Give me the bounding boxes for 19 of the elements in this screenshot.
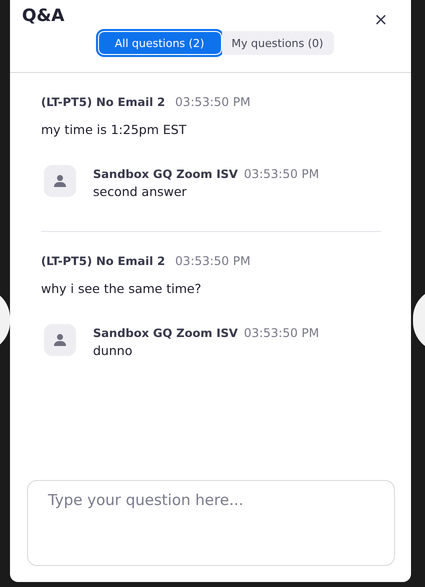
person-icon — [53, 333, 67, 347]
question-text: why i see the same time? — [41, 281, 202, 296]
question-text: my time is 1:25pm EST — [41, 122, 188, 137]
question-input[interactable]: Type your question here... — [27, 480, 395, 566]
question-time: 03:53:50 PM — [175, 254, 250, 268]
answer-text: dunno — [93, 343, 134, 358]
answer-time: 03:53:50 PM — [244, 167, 320, 181]
answer-time: 03:53:50 PM — [244, 326, 320, 340]
window-title: Q&A — [22, 6, 64, 26]
question-author: (LT-PT5) No Email 2 — [41, 95, 166, 109]
close-button[interactable]: × — [374, 10, 388, 30]
answer-text: second answer — [93, 184, 188, 199]
tab[interactable]: All questions (2) — [98, 31, 222, 55]
question-author: (LT-PT5) No Email 2 — [41, 254, 166, 268]
person-icon — [53, 174, 67, 188]
answer-author: Sandbox GQ Zoom ISV — [93, 326, 238, 340]
tab[interactable]: My questions (0) — [222, 31, 334, 55]
question-time: 03:53:50 PM — [175, 95, 250, 109]
answer-author: Sandbox GQ Zoom ISV — [93, 167, 238, 181]
